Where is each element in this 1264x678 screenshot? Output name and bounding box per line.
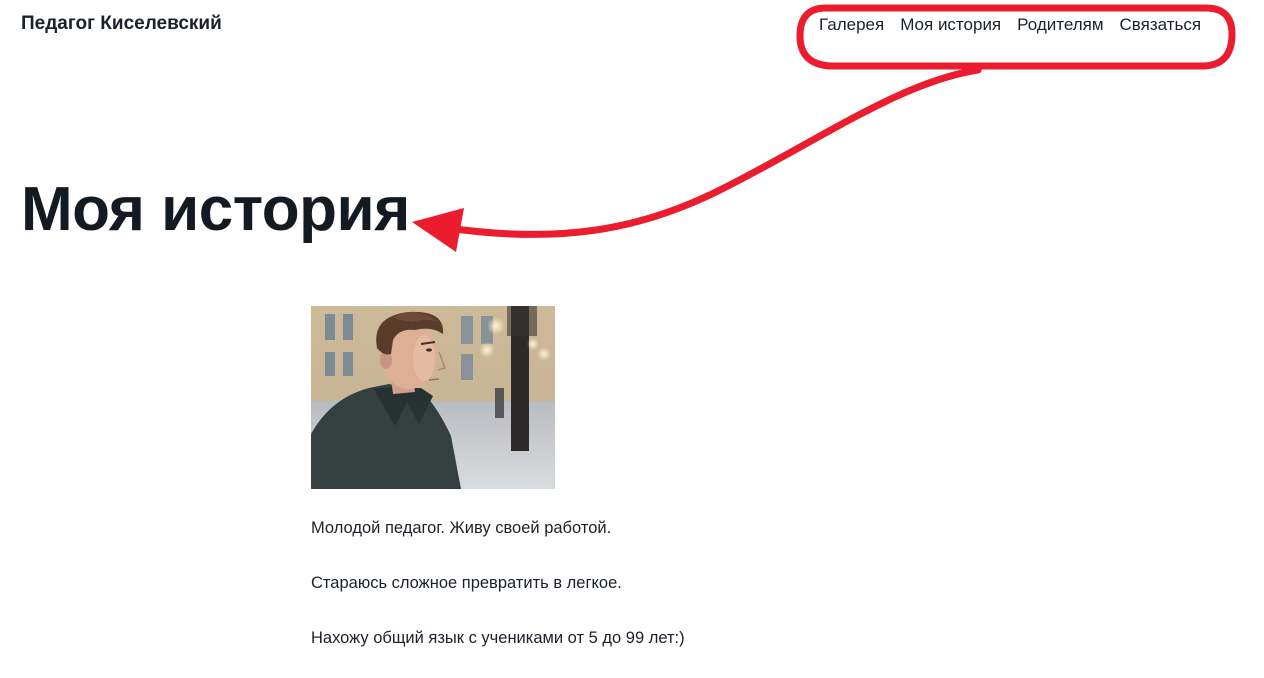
page-title: Моя история [21, 175, 410, 244]
story-paragraph: Стараюсь сложное превратить в легкое. [311, 574, 622, 592]
nav-item-contact[interactable]: Связаться [1120, 15, 1202, 35]
page: Педагог Киселевский Галерея Моя история … [0, 0, 1264, 678]
site-title-link[interactable]: Педагог Киселевский [21, 13, 222, 35]
nav-item-parents[interactable]: Родителям [1017, 15, 1103, 35]
nav-item-gallery[interactable]: Галерея [819, 15, 884, 35]
story-paragraph: Молодой педагог. Живу своей работой. [311, 519, 612, 537]
teacher-photo [311, 306, 555, 489]
annotation-arrow [444, 66, 982, 238]
story-paragraph: Нахожу общий язык с учениками от 5 до 99… [311, 629, 685, 647]
nav-item-my-story[interactable]: Моя история [900, 15, 1001, 35]
annotation-arrowhead [412, 208, 464, 252]
story-text: Молодой педагог. Живу своей работой. Ста… [311, 518, 685, 678]
main-nav: Галерея Моя история Родителям Связаться [819, 15, 1201, 35]
